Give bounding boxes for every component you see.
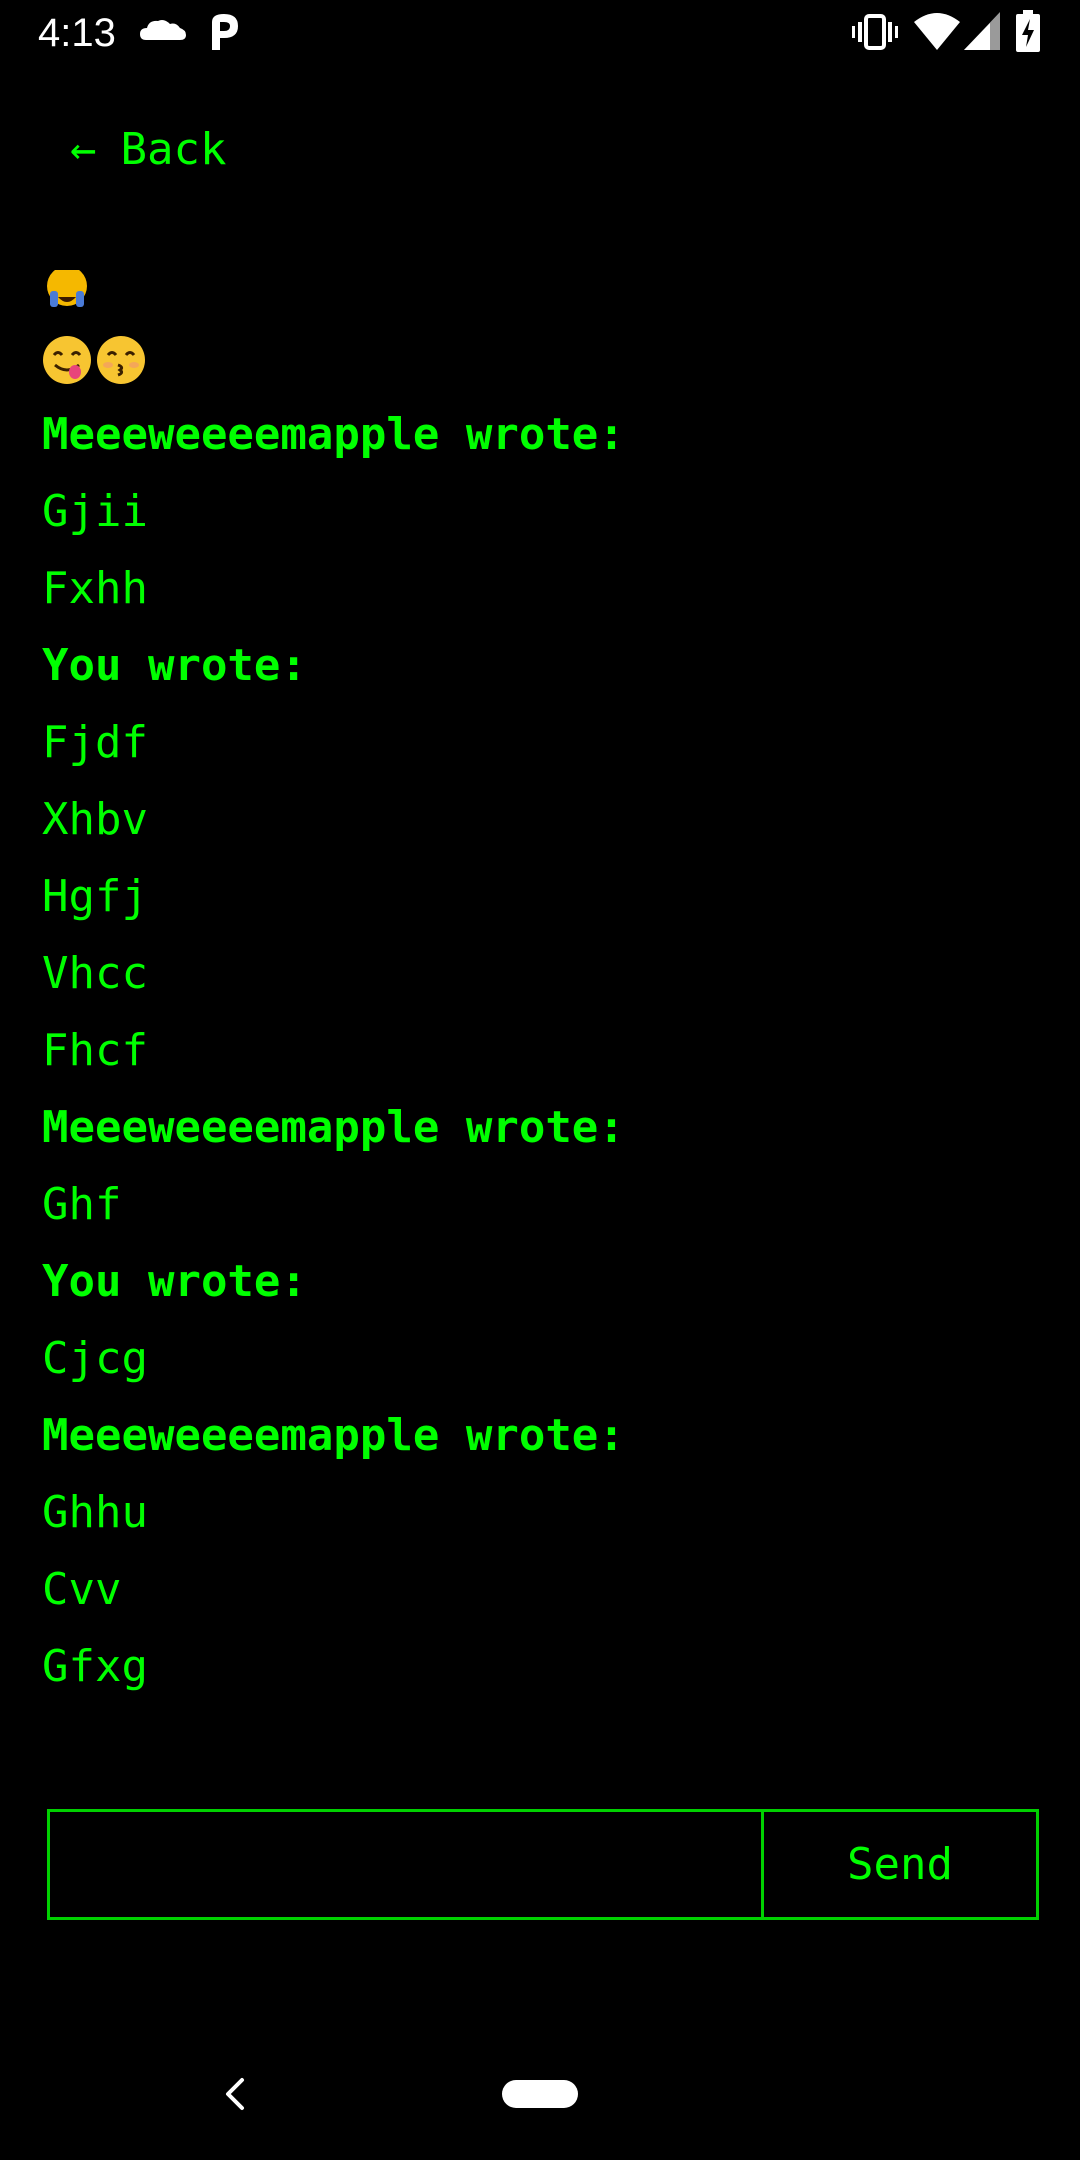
emoji-row	[42, 270, 1042, 318]
message-text: Fhcf	[42, 1025, 148, 1076]
back-arrow-icon: ←	[70, 124, 97, 175]
p-app-icon	[212, 14, 238, 50]
message-input[interactable]	[47, 1809, 788, 1920]
message-text: Cvv	[42, 1564, 122, 1615]
signal-icon	[964, 12, 1000, 50]
emoji-row	[42, 318, 1042, 396]
message-text: Xhbv	[42, 794, 148, 845]
yum-face-emoji	[43, 336, 91, 384]
battery-charging-icon	[1016, 10, 1040, 52]
message-text: Fjdf	[42, 717, 148, 768]
vibrate-icon	[852, 14, 898, 50]
cloud-icon	[140, 20, 186, 40]
status-time: 4:13	[38, 11, 116, 55]
message-text: Hgfj	[42, 871, 148, 922]
message-text: Gjii	[42, 486, 148, 537]
message-author: Meeeweeeemapple wrote:	[42, 1102, 625, 1153]
send-button[interactable]: Send	[761, 1809, 1039, 1920]
message-text: Vhcc	[42, 948, 148, 999]
message-author: Meeeweeeemapple wrote:	[42, 1410, 625, 1461]
kissing-face-emoji	[97, 336, 145, 384]
message-text: Gfxg	[42, 1641, 148, 1692]
nav-back-icon[interactable]	[220, 2074, 250, 2114]
status-bar: 4:13	[0, 0, 1080, 66]
back-label: Back	[120, 124, 227, 175]
message-list: Meeeweeeemapple wrote: Gjii Fxhh You wro…	[42, 270, 1042, 1705]
nav-home-pill[interactable]	[502, 2080, 578, 2108]
message-text: Ghf	[42, 1179, 122, 1230]
message-text: Ghhu	[42, 1487, 148, 1538]
back-button[interactable]: ← Back	[70, 120, 226, 180]
message-author: You wrote:	[42, 640, 307, 691]
message-text: Cjcg	[42, 1333, 148, 1384]
message-author: Meeeweeeemapple wrote:	[42, 409, 625, 460]
party-face-emoji	[47, 270, 87, 307]
message-text: Fxhh	[42, 563, 148, 614]
wifi-icon	[914, 13, 960, 50]
message-author: You wrote:	[42, 1256, 307, 1307]
